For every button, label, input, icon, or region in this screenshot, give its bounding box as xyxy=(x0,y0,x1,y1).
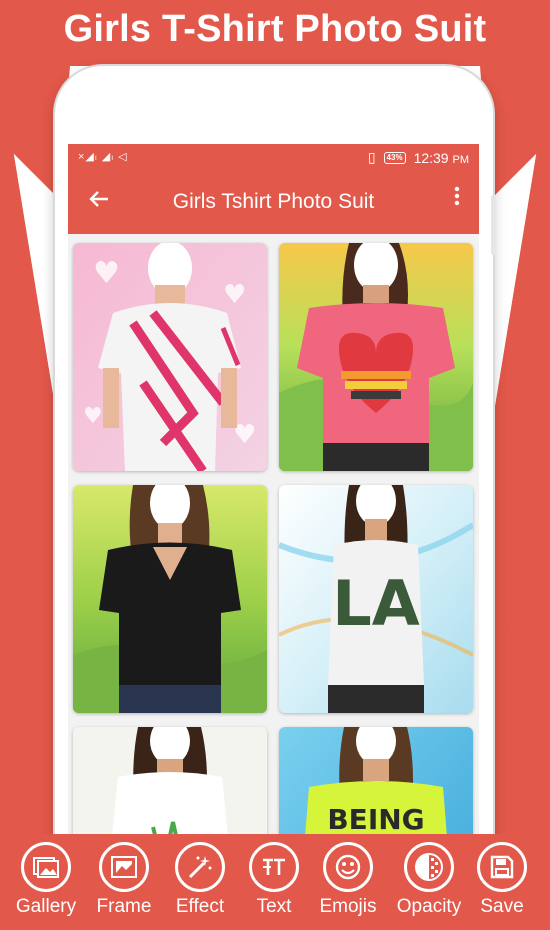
frame-thumbnail-3[interactable] xyxy=(73,485,267,713)
more-vert-icon[interactable] xyxy=(453,185,461,214)
app-screen: ×◢ₗ ◢ₗ ◁ ▯ 43% 12:39 PM Girls Tshirt Pho… xyxy=(68,144,479,844)
svg-text:♥: ♥ xyxy=(83,404,103,429)
phone-side-button xyxy=(491,195,495,255)
time-value: 12:39 xyxy=(413,149,449,166)
tool-frame[interactable]: Frame xyxy=(88,842,160,918)
battery-indicator: 43% xyxy=(383,151,406,164)
tool-label-frame: Frame xyxy=(96,896,152,917)
svg-text:♥: ♥ xyxy=(223,280,246,310)
tool-label-text: Text xyxy=(256,896,292,917)
frame-thumbnail-6[interactable]: BEING xyxy=(279,727,473,844)
tool-emojis[interactable]: Emojis xyxy=(312,842,384,918)
gallery-icon xyxy=(21,842,71,892)
magic-wand-icon xyxy=(175,842,225,892)
tool-text[interactable]: Text xyxy=(238,842,310,918)
svg-text:LA: LA xyxy=(332,567,420,640)
tool-label-save: Save xyxy=(480,896,524,917)
frame-thumbnail-1[interactable]: ♥ ♥ ♥ ♥ xyxy=(73,243,267,471)
tool-label-opacity: Opacity xyxy=(396,896,462,917)
svg-text:♥: ♥ xyxy=(93,256,120,291)
signal-icons: ×◢ₗ ◢ₗ ◁ xyxy=(78,151,128,163)
tool-opacity[interactable]: Opacity xyxy=(393,842,465,918)
svg-text:BEING: BEING xyxy=(327,803,424,836)
time-ampm: PM xyxy=(452,153,470,166)
frame-thumbnail-2[interactable] xyxy=(279,243,473,471)
emoji-icon xyxy=(323,842,373,892)
opacity-icon xyxy=(404,842,454,892)
app-bar-title: Girls Tshirt Photo Suit xyxy=(172,190,375,213)
frame-icon xyxy=(99,842,149,892)
tool-label-emojis: Emojis xyxy=(319,896,377,917)
app-bar: Girls Tshirt Photo Suit xyxy=(68,171,479,234)
vibrate-icon: ▯ xyxy=(367,149,376,165)
status-time: 12:39 PM xyxy=(414,150,469,166)
tool-label-effect: Effect xyxy=(175,896,225,917)
tool-label-gallery: Gallery xyxy=(15,896,77,917)
text-icon xyxy=(249,842,299,892)
save-icon xyxy=(477,842,527,892)
tool-gallery[interactable]: Gallery xyxy=(10,842,82,918)
tool-effect[interactable]: Effect xyxy=(164,842,236,918)
frame-thumbnail-4[interactable]: LA xyxy=(279,485,473,713)
tool-save[interactable]: Save xyxy=(466,842,538,918)
frame-thumbnail-5[interactable] xyxy=(73,727,267,844)
banner-title: Girls T-Shirt Photo Suit xyxy=(63,8,487,50)
bottom-toolbar: Gallery Frame Effect Text Emojis Opacity xyxy=(0,834,550,930)
status-bar: ×◢ₗ ◢ₗ ◁ ▯ 43% 12:39 PM xyxy=(68,144,479,171)
